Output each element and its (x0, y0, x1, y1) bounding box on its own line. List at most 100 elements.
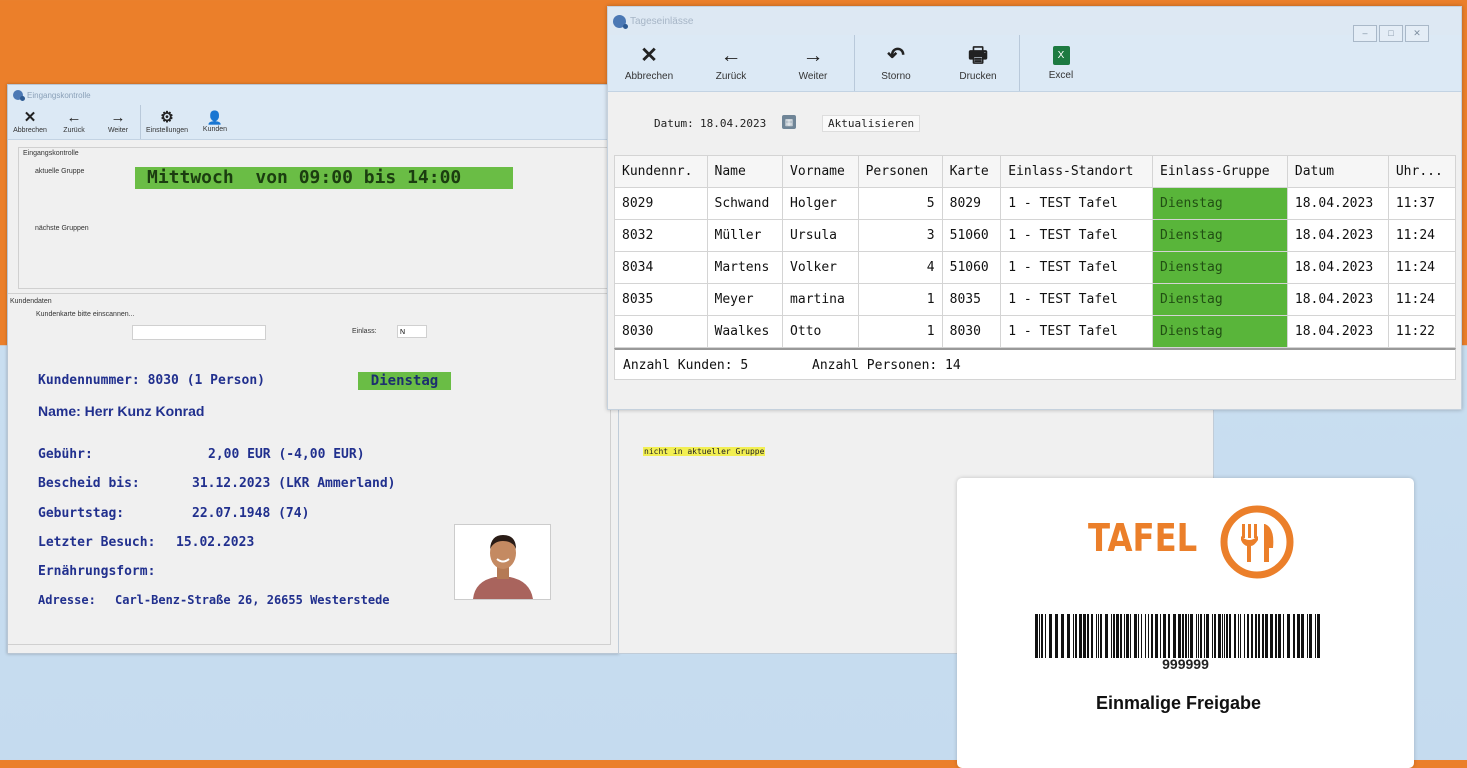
anzahl-personen: Anzahl Personen: 14 (812, 358, 961, 373)
tafel-card: TAFEL 999999 Einmalige Freigabe (957, 478, 1414, 768)
scan-input[interactable] (132, 325, 266, 340)
cell-name: Waalkes (706, 315, 784, 348)
close-icon: ✕ (640, 43, 658, 67)
gear-icon: ⚙ (160, 109, 174, 126)
einstellungen-button[interactable]: ⚙ Einstellungen (141, 105, 193, 139)
minimize-button[interactable]: – (1353, 25, 1377, 42)
table-row[interactable]: 8035 Meyer martina 1 8035 1 - TEST Tafel… (614, 283, 1457, 316)
drucken-button[interactable]: 🖶 Drucken (937, 35, 1019, 91)
table-row[interactable]: 8034 Martens Volker 4 51060 1 - TEST Taf… (614, 251, 1457, 284)
calendar-icon[interactable]: ▦ (782, 115, 796, 129)
column-header[interactable]: Vorname (782, 155, 859, 188)
window-title: Eingangskontrolle (27, 90, 91, 100)
excel-icon: X (1052, 45, 1070, 65)
barcode-icon (1035, 614, 1320, 658)
cell-personen: 5 (857, 187, 943, 220)
excel-button[interactable]: X Excel (1020, 35, 1102, 91)
cell-vorname: martina (782, 283, 859, 316)
column-header[interactable]: Karte (941, 155, 1002, 188)
cell-kundennr: 8034 (614, 251, 708, 284)
column-header[interactable]: Personen (857, 155, 943, 188)
eingangskontrolle-group: Eingangskontrolle aktuelle Gruppe Mittwo… (18, 147, 612, 289)
gebuehr-label: Gebühr: (38, 447, 93, 462)
bescheid-label: Bescheid bis: (38, 476, 140, 491)
abbrechen-button[interactable]: ✕ Abbrechen (608, 35, 690, 91)
column-header[interactable]: Datum (1286, 155, 1389, 188)
geburtstag-label: Geburtstag: (38, 506, 125, 521)
cell-kundennr: 8035 (614, 283, 708, 316)
datum-field[interactable]: 18.04.2023 (700, 117, 766, 130)
cell-uhrzeit: 11:24 (1387, 251, 1457, 284)
toolbar: ✕ Abbrechen ← Zurück → Weiter ↶ Storno 🖶 Druc… (608, 35, 1461, 92)
current-group-label: aktuelle Gruppe (35, 168, 85, 175)
cell-name: Meyer (706, 283, 784, 316)
cell-datum: 18.04.2023 (1286, 315, 1389, 348)
app-icon (613, 14, 628, 29)
column-header[interactable]: Einlass-Gruppe (1152, 155, 1288, 188)
cell-name: Müller (706, 219, 784, 252)
group-label: Kundendaten (10, 298, 52, 305)
kundendaten-group: Kundendaten Kundenkarte bitte einscannen… (8, 293, 611, 645)
cell-karte: 51060 (941, 219, 1002, 252)
cell-karte: 51060 (941, 251, 1002, 284)
table-row[interactable]: 8032 Müller Ursula 3 51060 1 - TEST Tafe… (614, 219, 1457, 252)
weiter-button[interactable]: → Weiter (772, 35, 854, 91)
cell-standort: 1 - TEST Tafel (1000, 251, 1154, 284)
abbrechen-button[interactable]: ✕ Abbrechen (8, 105, 52, 139)
cell-vorname: Otto (782, 315, 859, 348)
cell-personen: 3 (857, 219, 943, 252)
fork-knife-logo-icon (1220, 505, 1294, 579)
maximize-button[interactable]: □ (1379, 25, 1403, 42)
adresse-value: Carl-Benz-Straße 26, 26655 Westerstede (115, 593, 390, 607)
zurueck-button[interactable]: ← Zurück (52, 105, 96, 139)
adresse-label: Adresse: (38, 593, 96, 607)
column-header[interactable]: Einlass-Standort (1000, 155, 1154, 188)
ernaehrung-label: Ernährungsform: (38, 564, 156, 579)
table-row[interactable]: 8029 Schwand Holger 5 8029 1 - TEST Tafe… (614, 187, 1457, 220)
arrow-right-icon: → (802, 43, 824, 67)
cell-uhrzeit: 11:24 (1387, 283, 1457, 316)
table-row[interactable]: 8030 Waalkes Otto 1 8030 1 - TEST Tafel … (614, 315, 1457, 348)
barcode-number: 999999 (1162, 656, 1209, 672)
arrow-left-icon: ← (66, 109, 82, 126)
title-bar: Tageseinlässe (608, 7, 1461, 35)
close-window-button[interactable]: ✕ (1405, 25, 1429, 42)
cell-gruppe: Dienstag (1152, 283, 1288, 316)
storno-button[interactable]: ↶ Storno (855, 35, 937, 91)
cell-uhrzeit: 11:22 (1387, 315, 1457, 348)
cell-name: Schwand (706, 187, 784, 220)
cell-standort: 1 - TEST Tafel (1000, 187, 1154, 220)
column-header[interactable]: Uhr... (1387, 155, 1457, 188)
group-badge: Dienstag (358, 372, 451, 390)
window-title: Tageseinlässe (630, 15, 694, 27)
kunden-button[interactable]: 👤 Kunden (193, 105, 237, 139)
cell-vorname: Ursula (782, 219, 859, 252)
column-header[interactable]: Name (706, 155, 784, 188)
bescheid-value: 31.12.2023 (LKR Ammerland) (192, 476, 396, 491)
datum-label: Datum: (654, 117, 694, 130)
brand-logo-text: TAFEL (1088, 516, 1198, 560)
aktualisieren-button[interactable]: Aktualisieren (822, 115, 921, 132)
cell-standort: 1 - TEST Tafel (1000, 315, 1154, 348)
cell-name: Martens (706, 251, 784, 284)
eingangskontrolle-window: Eingangskontrolle ✕ Abbrechen ← Zurück → We… (7, 84, 635, 654)
cell-datum: 18.04.2023 (1286, 251, 1389, 284)
weiter-button[interactable]: → Weiter (96, 105, 140, 139)
undo-icon: ↶ (887, 43, 905, 67)
card-caption: Einmalige Freigabe (1095, 693, 1262, 713)
current-group-value: Mittwoch von 09:00 bis 14:00 (135, 167, 513, 189)
user-icon: 👤 (206, 110, 224, 125)
cell-datum: 18.04.2023 (1286, 187, 1389, 220)
zurueck-button[interactable]: ← Zurück (690, 35, 772, 91)
arrow-right-icon: → (110, 109, 126, 126)
cell-kundennr: 8030 (614, 315, 708, 348)
column-header[interactable]: Kundennr. (614, 155, 708, 188)
cell-personen: 1 (857, 283, 943, 316)
toolbar: ✕ Abbrechen ← Zurück → Weiter ⚙ Einstellunge… (8, 105, 618, 140)
einlass-field[interactable]: N (397, 325, 427, 338)
close-icon: ✕ (23, 109, 37, 126)
letzter-besuch-label: Letzter Besuch: (38, 535, 156, 550)
cell-uhrzeit: 11:24 (1387, 219, 1457, 252)
cell-gruppe: Dienstag (1152, 187, 1288, 220)
arrow-left-icon: ← (720, 43, 742, 67)
